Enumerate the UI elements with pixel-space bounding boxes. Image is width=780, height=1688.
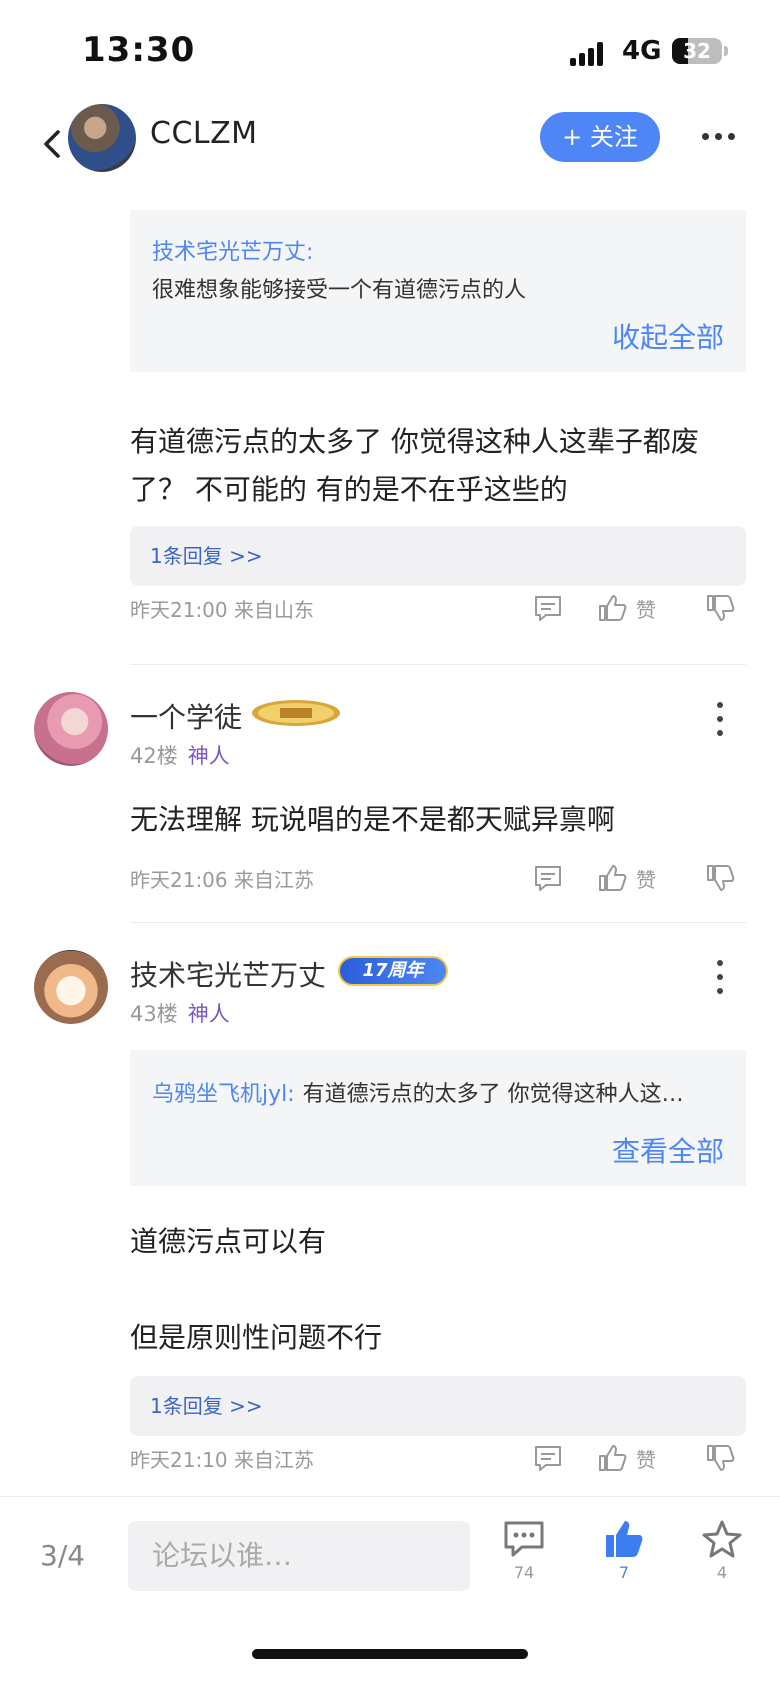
thumbs-up-icon [606,1521,643,1557]
favorite-button[interactable]: 4 [692,1519,752,1582]
like-icon[interactable] [596,862,628,894]
collapse-all-link[interactable]: 收起全部 [612,316,724,356]
anniversary-badge: 17周年 [338,956,448,986]
battery-icon: 32 [672,38,722,64]
quoted-comment[interactable]: 技术宅光芒万丈: 很难想象能够接受一个有道德污点的人 收起全部 [130,210,746,372]
star-icon [702,1520,742,1558]
comment-meta: 昨天21:06 来自江苏 [130,868,314,892]
comment-count: 74 [513,1563,535,1582]
network-label: 4G [622,36,662,66]
status-bar: 13:30 4G 32 [0,0,780,100]
like-icon[interactable] [596,1442,628,1474]
comment-meta-row: 昨天21:00 来自山东 赞 [130,588,746,628]
reply-input[interactable]: 论坛以谁… [128,1521,470,1591]
battery-level: 32 [683,39,711,63]
rank-label: 神人 [187,1002,230,1026]
like-count: 7 [618,1563,630,1582]
thread-page: 13:30 4G 32 CCLZM + 关注 技术宅光芒万丈: 很难想象能够接受… [0,0,780,1688]
user-avatar[interactable] [34,692,108,766]
rank-label: 神人 [187,744,230,768]
like-label[interactable]: 赞 [636,1444,656,1473]
comment-body: 无法理解 玩说唱的是不是都天赋异禀啊 [130,803,615,836]
comment-bubble-icon [504,1521,544,1557]
quote-line: 乌鸦坐飞机jyl: 有道德污点的太多了 你觉得这种人这… [152,1076,732,1108]
comment-meta: 昨天21:00 来自山东 [130,598,314,622]
comment-body: 有道德污点的太多了 你觉得这种人这辈子都废 了？ 不可能的 有的是不在乎这些的 [130,418,750,514]
divider [130,664,746,665]
comment-icon[interactable] [532,592,564,624]
status-time: 13:30 [82,30,196,70]
quote-author[interactable]: 乌鸦坐飞机jyl: [152,1082,295,1107]
bottom-bar: 3/4 论坛以谁… 74 7 4 [0,1496,780,1688]
user-name[interactable]: 一个学徒 [130,696,242,736]
author-avatar[interactable] [68,104,136,172]
comment-meta-row: 昨天21:10 来自江苏 赞 [130,1438,746,1478]
comments-button[interactable]: 74 [494,1519,554,1582]
quoted-comment[interactable]: 乌鸦坐飞机jyl: 有道德污点的太多了 你觉得这种人这… 查看全部 [130,1050,746,1186]
anniversary-badge-label: 17周年 [362,960,424,981]
comment-body: 但是原则性问题不行 [130,1321,383,1354]
page-indicator[interactable]: 3/4 [40,1539,85,1572]
comment-icon[interactable] [532,1442,564,1474]
view-all-link[interactable]: 查看全部 [612,1130,724,1170]
divider [130,922,746,923]
replies-link[interactable]: 1条回复 >> [130,1376,746,1436]
comment-meta: 昨天21:10 来自江苏 [130,1448,314,1472]
floor-label: 42楼 神人 [130,740,230,770]
quote-text: 很难想象能够接受一个有道德污点的人 [152,278,527,303]
floor-number: 42楼 [130,744,178,768]
quote-text: 有道德污点的太多了 你觉得这种人这… [302,1082,684,1107]
quote-author[interactable]: 技术宅光芒万丈: [152,234,313,266]
comment-options-icon[interactable] [714,960,726,994]
comment-line: 有道德污点的太多了 你觉得这种人这辈子都废 [130,425,699,458]
like-icon[interactable] [596,592,628,624]
follow-button[interactable]: + 关注 [540,112,660,162]
battery-tip [724,46,728,56]
like-label[interactable]: 赞 [636,594,656,623]
comment-line: 了？ 不可能的 有的是不在乎这些的 [130,473,568,506]
dislike-icon[interactable] [704,862,736,894]
replies-link[interactable]: 1条回复 >> [130,526,746,586]
nav-bar: CCLZM + 关注 [0,100,780,188]
like-label[interactable]: 赞 [636,864,656,893]
comment-icon[interactable] [532,862,564,894]
comment-meta-row: 昨天21:06 来自江苏 赞 [130,858,746,898]
user-name[interactable]: 技术宅光芒万丈 [130,954,326,994]
favorite-count: 4 [716,1563,728,1582]
home-indicator[interactable] [252,1649,528,1659]
signal-icon [570,40,610,66]
user-avatar[interactable] [34,950,108,1024]
author-name[interactable]: CCLZM [150,116,258,151]
more-icon[interactable] [702,130,736,142]
level-badge-icon [252,700,340,726]
floor-label: 43楼 神人 [130,998,230,1028]
comment-options-icon[interactable] [714,702,726,736]
comment-body: 道德污点可以有 [130,1225,327,1258]
dislike-icon[interactable] [704,592,736,624]
back-icon[interactable] [36,124,72,164]
dislike-icon[interactable] [704,1442,736,1474]
floor-number: 43楼 [130,1002,178,1026]
like-button[interactable]: 7 [594,1519,654,1582]
